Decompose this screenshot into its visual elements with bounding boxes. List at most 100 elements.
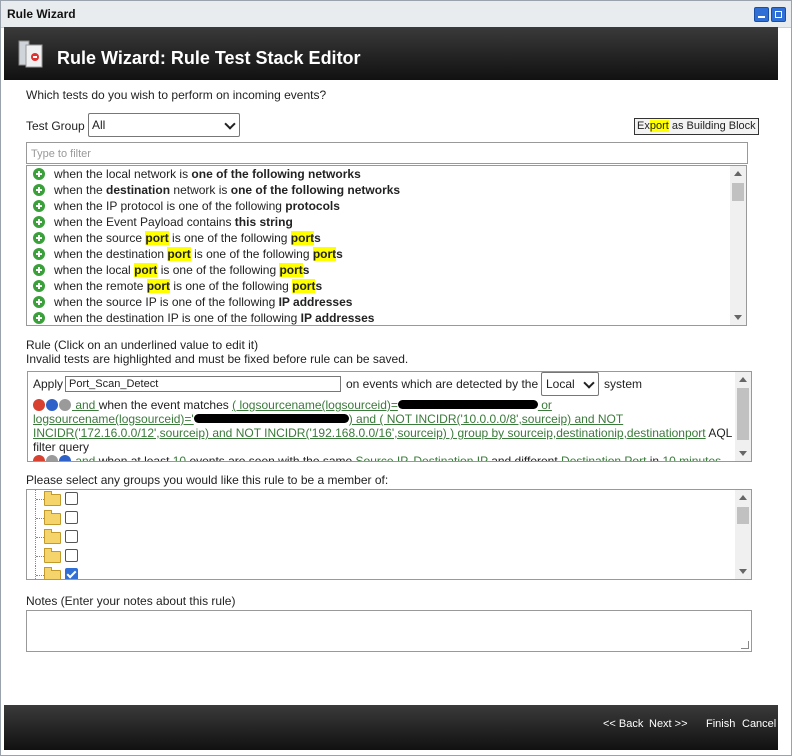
rule-hint: Invalid tests are highlighted and must b… xyxy=(26,352,409,366)
rule-name-input[interactable]: Port_Scan_Detect xyxy=(65,376,341,392)
add-test-icon[interactable] xyxy=(33,216,45,228)
move-down-icon[interactable] xyxy=(46,399,58,411)
rule-scrollbar[interactable] xyxy=(735,372,751,461)
location-select[interactable]: Local xyxy=(541,372,599,396)
scroll-up-icon[interactable] xyxy=(734,171,742,176)
add-test-icon[interactable] xyxy=(33,248,45,260)
add-test-icon[interactable] xyxy=(33,232,45,244)
test-group-value: All xyxy=(92,118,106,132)
filter-input[interactable]: Type to filter xyxy=(26,142,748,164)
add-test-icon[interactable] xyxy=(33,200,45,212)
group-checkbox[interactable] xyxy=(65,511,78,524)
rule-condition-1-cont: logsourcename(logsourceid)=') and ( NOT … xyxy=(33,412,735,426)
remove-test-icon[interactable] xyxy=(33,399,45,411)
group-checkbox[interactable] xyxy=(65,549,78,562)
move-up-icon[interactable] xyxy=(59,455,71,461)
wizard-header: Rule Wizard: Rule Test Stack Editor xyxy=(4,27,778,80)
notes-textarea[interactable] xyxy=(26,610,752,652)
scroll-up-icon[interactable] xyxy=(739,495,747,500)
group-tree xyxy=(26,489,752,580)
test-label: when the destination port is one of the … xyxy=(54,247,343,261)
groups-scrollbar[interactable] xyxy=(735,490,751,579)
and-toggle-link[interactable]: and xyxy=(72,398,99,412)
test-group-select[interactable]: All xyxy=(88,113,240,137)
scroll-down-icon[interactable] xyxy=(739,451,747,456)
event-count-link[interactable]: 10 xyxy=(173,454,186,461)
on-events-label: on events which are detected by the xyxy=(346,377,539,391)
window-title: Rule Wizard xyxy=(7,7,76,21)
rule-condition-1-cont2: INCIDR('172.16.0.0/12',sourceip) and NOT… xyxy=(33,426,735,440)
next-button[interactable]: Next >> xyxy=(649,718,688,730)
time-window-link[interactable]: 10 minutes xyxy=(662,454,721,461)
group-checkbox[interactable] xyxy=(65,530,78,543)
test-label: when the source IP is one of the followi… xyxy=(54,295,353,309)
server-rule-icon xyxy=(18,40,43,68)
add-test-icon[interactable] xyxy=(33,168,45,180)
add-test-icon[interactable] xyxy=(33,264,45,276)
move-up-icon[interactable] xyxy=(59,399,71,411)
test-label: when the destination network is one of t… xyxy=(54,183,401,197)
remove-test-icon[interactable] xyxy=(33,455,45,461)
scroll-thumb[interactable] xyxy=(737,507,749,524)
folder-icon xyxy=(44,567,61,579)
test-label: when the IP protocol is one of the follo… xyxy=(54,199,340,213)
export-label-pre: Ex xyxy=(637,120,650,132)
aql-query-link[interactable]: ( logsourcename(logsourceid)= or xyxy=(232,398,552,412)
add-test-icon[interactable] xyxy=(33,280,45,292)
same-properties-link[interactable]: Source IP, Destination IP xyxy=(356,454,488,461)
add-test-icon[interactable] xyxy=(33,312,45,324)
apply-label: Apply xyxy=(33,377,64,391)
group-checkbox[interactable] xyxy=(65,492,78,505)
rule-wizard-window: Rule Wizard Rule Wizard: Rule Test Stack… xyxy=(0,0,792,756)
test-label: when the local port is one of the follow… xyxy=(54,263,310,277)
page-title: Rule Wizard: Rule Test Stack Editor xyxy=(57,48,361,68)
maximize-icon[interactable] xyxy=(771,7,786,22)
condition-text: when the event matches xyxy=(98,398,233,412)
cancel-button[interactable]: Cancel xyxy=(742,718,776,730)
rule-condition-1-end: filter query xyxy=(33,440,90,454)
rule-conditions: and when the event matches ( logsourcena… xyxy=(33,398,735,462)
condition-text: and different xyxy=(487,454,562,462)
different-property-link[interactable]: Destination Port xyxy=(561,454,646,461)
export-building-block-button[interactable]: Export as Building Block xyxy=(634,118,759,135)
test-list-scrollbar[interactable] xyxy=(730,166,746,325)
move-down-icon[interactable] xyxy=(46,455,58,461)
minimize-icon[interactable] xyxy=(754,7,769,22)
location-value: Local xyxy=(546,377,575,391)
folder-icon xyxy=(44,548,61,563)
test-label: when the source port is one of the follo… xyxy=(54,231,321,245)
add-test-icon[interactable] xyxy=(33,296,45,308)
chevron-down-icon xyxy=(583,377,595,389)
scroll-down-icon[interactable] xyxy=(739,569,747,574)
scroll-down-icon[interactable] xyxy=(734,315,742,320)
resize-grip-icon[interactable] xyxy=(741,641,749,649)
test-label: when the remote port is one of the follo… xyxy=(54,279,323,293)
system-label: system xyxy=(604,377,643,391)
scroll-up-icon[interactable] xyxy=(739,377,747,382)
add-test-icon[interactable] xyxy=(33,184,45,196)
rule-editor: Apply Port_Scan_Detect on events which a… xyxy=(27,371,752,462)
rule-instructions: Rule (Click on an underlined value to ed… xyxy=(26,338,408,366)
groups-label: Please select any groups you would like … xyxy=(26,473,389,487)
chevron-down-icon xyxy=(224,118,236,130)
group-checkbox[interactable] xyxy=(65,568,78,579)
rule-label: Rule (Click on an underlined value to ed… xyxy=(26,338,259,352)
title-bar: Rule Wizard xyxy=(1,1,791,28)
and-toggle-link[interactable]: and xyxy=(72,454,99,461)
folder-icon xyxy=(44,510,61,525)
finish-button[interactable]: Finish xyxy=(706,718,735,730)
scroll-thumb[interactable] xyxy=(737,388,749,440)
wizard-footer: << Back Next >> Finish Cancel xyxy=(4,705,778,750)
condition-text: events are seen with the same xyxy=(186,454,356,462)
condition-text: when at least xyxy=(98,454,173,462)
scroll-thumb[interactable] xyxy=(732,183,744,201)
tests-question: Which tests do you wish to perform on in… xyxy=(26,88,327,102)
rule-condition-2: and when at least 10 events are seen wit… xyxy=(33,454,735,462)
test-label: when the local network is one of the fol… xyxy=(54,167,361,181)
aql-query-link[interactable]: INCIDR('172.16.0.0/12',sourceip) and NOT… xyxy=(33,426,706,440)
redacted-value xyxy=(193,414,349,423)
back-button[interactable]: << Back xyxy=(603,718,643,730)
condition-text: in xyxy=(646,454,663,462)
aql-query-link[interactable]: logsourcename(logsourceid)=') and ( NOT … xyxy=(33,412,623,426)
folder-icon xyxy=(44,529,61,544)
